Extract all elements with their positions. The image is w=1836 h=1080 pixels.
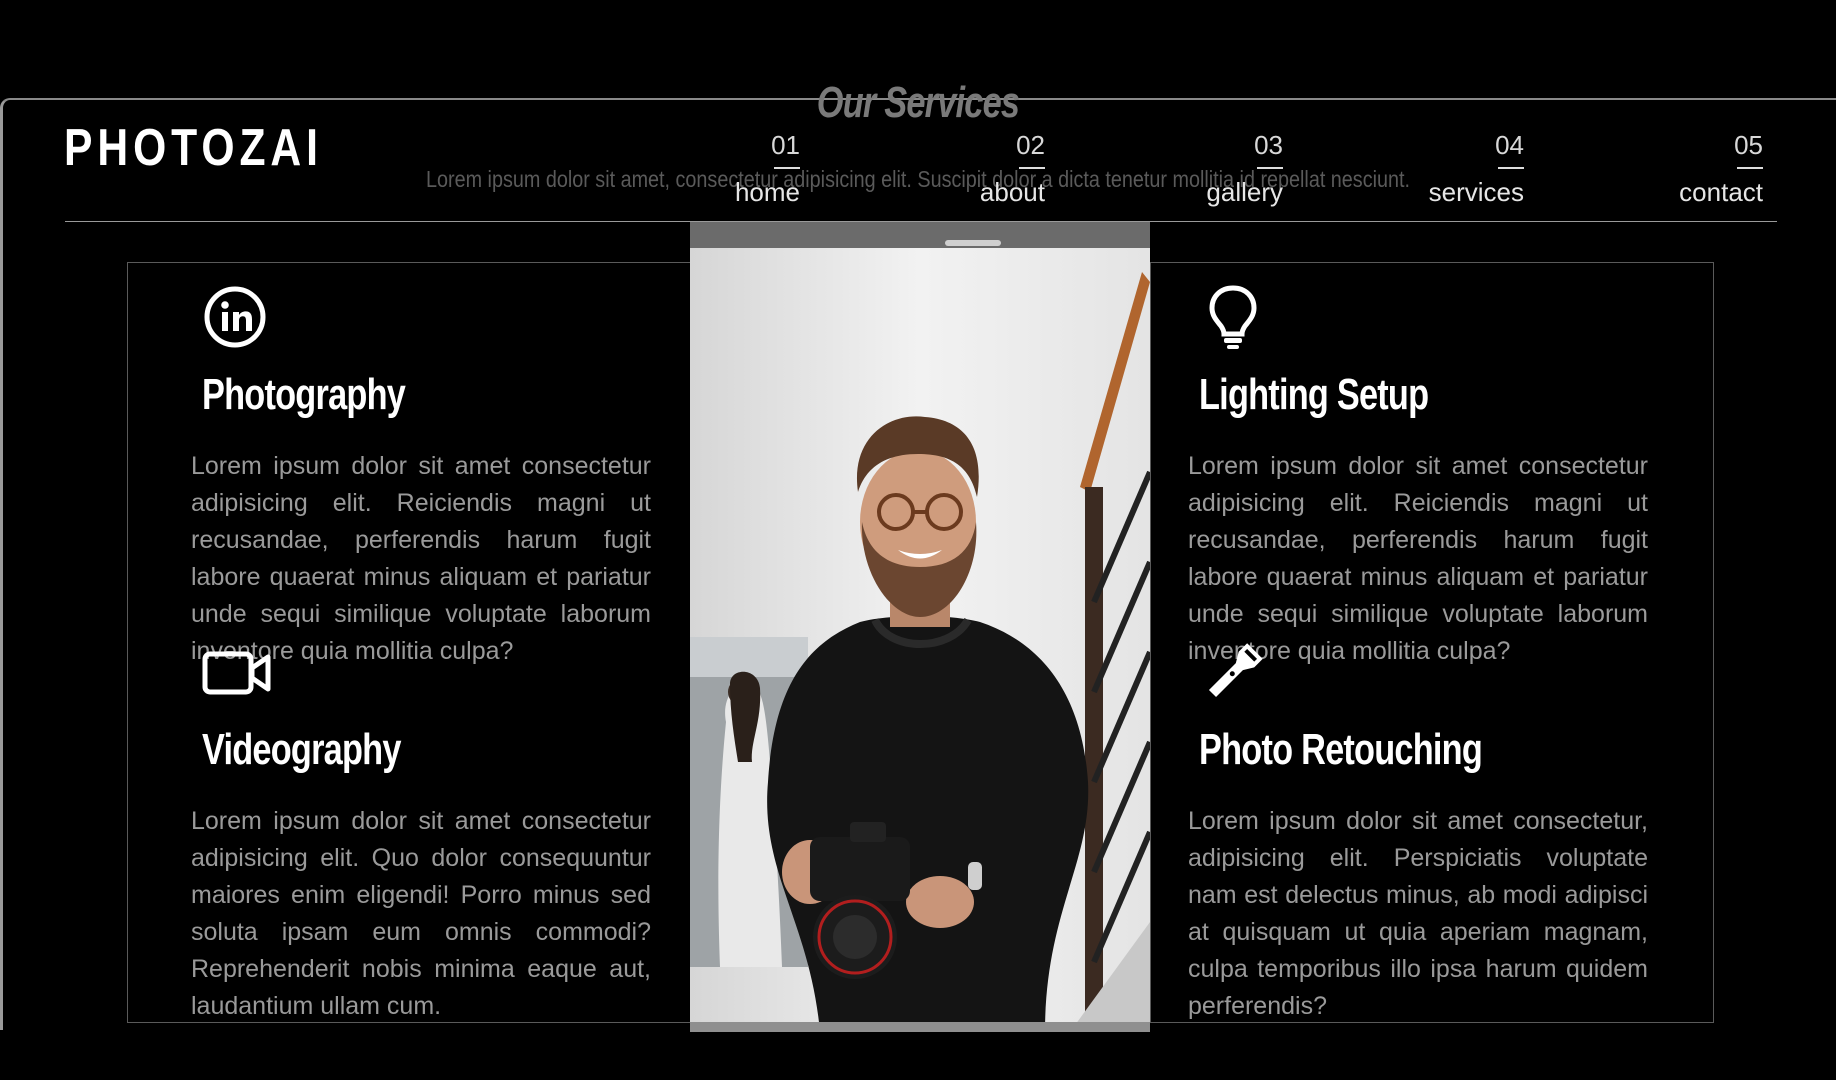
nav-item-services[interactable]: 04 services [1404, 130, 1524, 208]
nav-item-about[interactable]: 02 about [925, 130, 1045, 208]
linkedin-icon [202, 284, 268, 350]
nav-item-gallery[interactable]: 03 gallery [1163, 130, 1283, 208]
nav-underline [1019, 167, 1045, 169]
lightbulb-icon [1200, 284, 1266, 350]
nav-label: services [1428, 177, 1524, 207]
service-title: Lighting Setup [1199, 370, 1429, 419]
service-title: Photography [202, 370, 406, 419]
nav-number: 03 [1254, 130, 1283, 160]
service-description: Lorem ipsum dolor sit amet consectetur a… [191, 452, 651, 665]
nav-underline [1737, 167, 1763, 169]
video-camera-icon [202, 640, 271, 706]
nav-label: gallery [1206, 177, 1283, 207]
service-description: Lorem ipsum dolor sit amet consectetur a… [191, 807, 651, 1020]
nav-number: 01 [771, 130, 800, 160]
photographer-image [690, 222, 1150, 1032]
brand-logo[interactable]: PHOTOZAI [64, 118, 323, 178]
section-title: Our Services [816, 78, 1020, 127]
nav-item-home[interactable]: 01 home [680, 130, 800, 208]
nav-underline [1257, 167, 1283, 169]
service-title: Videography [202, 725, 401, 774]
service-description: Lorem ipsum dolor sit amet consectetur a… [1188, 452, 1648, 665]
flashlight-icon [1200, 640, 1266, 706]
nav-number: 05 [1734, 130, 1763, 160]
nav-label: home [734, 177, 800, 207]
nav-item-contact[interactable]: 05 contact [1643, 130, 1763, 208]
nav-number: 04 [1495, 130, 1524, 160]
service-description: Lorem ipsum dolor sit amet consectetur, … [1188, 807, 1648, 1020]
nav-label: about [979, 177, 1045, 207]
nav-label: contact [1679, 177, 1763, 207]
nav-underline [1498, 167, 1524, 169]
nav-number: 02 [1016, 130, 1045, 160]
nav-underline [774, 167, 800, 169]
service-title: Photo Retouching [1199, 725, 1483, 774]
